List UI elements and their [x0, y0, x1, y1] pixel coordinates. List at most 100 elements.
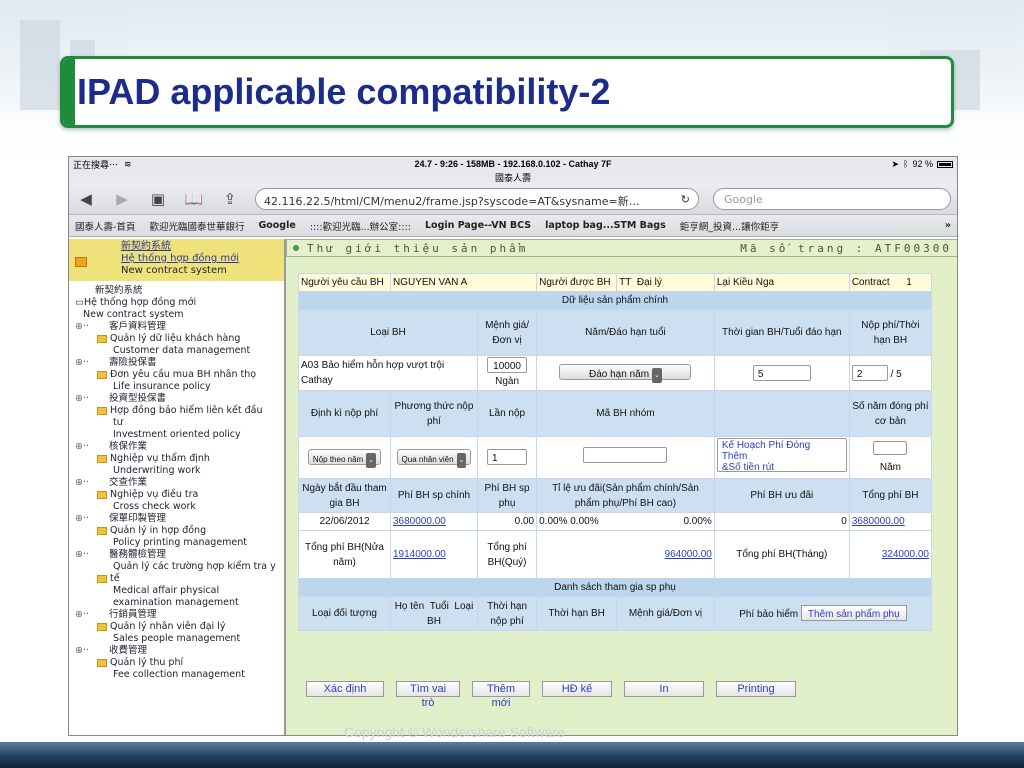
- quarter-fee-link[interactable]: 964000.00: [665, 549, 712, 560]
- main-fee-link[interactable]: 3680000.00: [393, 516, 446, 527]
- nav-tree-item[interactable]: New contract system: [75, 309, 284, 321]
- premium-plan-button[interactable]: Kế Hoạch Phí Đóng Thêm &Số tiền rút: [716, 438, 847, 472]
- nav-tree-item[interactable]: Underwriting work: [75, 465, 284, 477]
- nav-tree-item[interactable]: ⊕·· 保單印製管理: [75, 513, 284, 525]
- back-icon[interactable]: ◀: [75, 190, 97, 208]
- nav-tree-item[interactable]: ⊕·· 交查作業: [75, 477, 284, 489]
- nav-tree-item[interactable]: Investment oriented policy: [75, 429, 284, 441]
- nav-tree-item[interactable]: Customer data management: [75, 345, 284, 357]
- add-new-button[interactable]: Thêm mới: [472, 681, 530, 709]
- group-code-input[interactable]: [583, 447, 668, 463]
- bookmark-item[interactable]: Google: [258, 220, 295, 231]
- nav-tree-item[interactable]: Medical affair physical: [75, 585, 284, 597]
- term-select[interactable]: Đáo hạn năm ⌄: [559, 364, 692, 383]
- print-button[interactable]: In: [624, 681, 704, 697]
- sub-header: Họ tên: [394, 600, 425, 612]
- forward-icon[interactable]: ▶: [111, 190, 133, 208]
- nav-tree-label: 保單印製管理: [109, 513, 167, 524]
- unit-label: Ngàn: [495, 376, 519, 387]
- nav-tree-item[interactable]: Quản lý in hợp đồng: [75, 525, 284, 537]
- url-field[interactable]: 42.116.22.5/html/CM/menu2/frame.jsp?sysc…: [255, 187, 699, 210]
- nav-tree-item[interactable]: Quản lý dữ liệu khách hàng: [75, 333, 284, 345]
- more-bookmarks-icon[interactable]: »: [945, 220, 951, 231]
- bookmark-item[interactable]: 歡迎光臨國泰世華銀行: [149, 219, 244, 233]
- expand-icon[interactable]: ⊕··: [75, 357, 89, 368]
- half-year-fee-link[interactable]: 1914000.00: [393, 549, 446, 560]
- copyright-text: Copyright © Wondershare Software: [344, 724, 565, 740]
- nav-tree-item[interactable]: Policy printing management: [75, 537, 284, 549]
- method-select[interactable]: Qua nhân viên ⌄: [396, 448, 472, 468]
- nav-tree-item[interactable]: ⊕·· 壽險投保書: [75, 357, 284, 369]
- table-row: 22/06/2012 3680000.00 0.00 0.00% 0.00% 0.…: [298, 512, 933, 531]
- nav-tree-item[interactable]: Nghiệp vụ điều tra: [75, 489, 284, 501]
- nav-tree-item[interactable]: Đơn yêu cầu mua BH nhân thọ: [75, 369, 284, 381]
- tt-label: TT: [619, 277, 632, 288]
- nav-tree-item[interactable]: Life insurance policy: [75, 381, 284, 393]
- nav-tree-item[interactable]: ⊕·· 收費管理: [75, 645, 284, 657]
- nav-tree-item[interactable]: tế: [75, 573, 284, 585]
- nav-tree-item[interactable]: Quản lý thu phí: [75, 657, 284, 669]
- bookmark-item[interactable]: Login Page--VN BCS: [425, 220, 531, 231]
- table-header: Mệnh giá/Đơn vị: [616, 596, 715, 631]
- nav-link-new-contract-vn[interactable]: Hệ thống hợp đồng mới: [121, 253, 284, 265]
- nav-tree-item[interactable]: ⊕·· 醫務體檢管理: [75, 549, 284, 561]
- nav-tree-item[interactable]: Quản lý các trường hợp kiểm tra y: [75, 561, 284, 573]
- printing-button[interactable]: Printing: [716, 681, 796, 697]
- table-cell: Contract 1: [848, 273, 933, 292]
- pay-value-input[interactable]: 2: [851, 364, 888, 381]
- expand-icon[interactable]: ⊕··: [75, 645, 89, 656]
- times-input[interactable]: 1: [487, 449, 528, 465]
- table-row: Loại BH Mệnh giá/Đơn vị Năm/Đáo hạn tuổi…: [298, 309, 933, 356]
- nav-tree-item[interactable]: examination management: [75, 597, 284, 609]
- nav-tree-item[interactable]: Nghiệp vụ thẩm định: [75, 453, 284, 465]
- expand-icon[interactable]: ⊕··: [75, 393, 89, 404]
- table-header: [713, 390, 850, 437]
- nav-tree-label: 收費管理: [109, 645, 148, 656]
- nav-tree-label: Medical affair physical: [113, 585, 220, 596]
- share-icon[interactable]: ⇪: [219, 190, 241, 208]
- amount-input[interactable]: 10000: [487, 357, 528, 373]
- expand-icon[interactable]: ⊕··: [75, 441, 89, 452]
- expand-icon[interactable]: ⊕··: [75, 321, 89, 332]
- expand-icon[interactable]: ⊕··: [75, 549, 89, 560]
- bookmark-item[interactable]: 國泰人壽-首頁: [75, 219, 135, 233]
- nav-tree-item[interactable]: Cross check work: [75, 501, 284, 513]
- tabs-icon[interactable]: ▣: [147, 190, 169, 208]
- table-cell: 0: [713, 512, 850, 531]
- expand-icon[interactable]: ⊕··: [75, 513, 89, 524]
- term-value-input[interactable]: 5: [752, 364, 811, 381]
- years-input[interactable]: [873, 440, 908, 455]
- nav-tree-item[interactable]: ⊕·· 客戶資料管理: [75, 321, 284, 333]
- table-cell: 2 / 5: [848, 355, 933, 391]
- total-fee-link[interactable]: 3680000.00: [852, 516, 905, 527]
- add-sub-product-button[interactable]: Thêm sản phẩm phụ: [800, 605, 907, 621]
- find-role-button[interactable]: Tìm vai trò: [396, 681, 460, 709]
- confirm-button[interactable]: Xác định: [306, 681, 384, 697]
- nav-tree-item[interactable]: 新契約系統: [75, 285, 284, 297]
- reload-icon[interactable]: ↻: [681, 193, 690, 206]
- expand-icon[interactable]: ⊕··: [75, 609, 89, 620]
- search-field[interactable]: Google: [713, 187, 951, 210]
- nav-tree-item[interactable]: Fee collection management: [75, 669, 284, 681]
- nav-tree-item[interactable]: ⊕·· 投資型投保書: [75, 393, 284, 405]
- next-contract-button[interactable]: HĐ kế: [542, 681, 612, 697]
- computer-icon: ▭: [75, 297, 84, 308]
- bookmark-item[interactable]: ::::歡迎光臨...辦公室::::: [310, 219, 411, 233]
- month-fee-link[interactable]: 324000.00: [882, 549, 929, 560]
- nav-tree-item[interactable]: ▭Hệ thống hợp đồng mới: [75, 297, 284, 309]
- nav-tree-item[interactable]: Sales people management: [75, 633, 284, 645]
- bookmark-item[interactable]: laptop bag...STM Bags: [545, 220, 666, 231]
- nav-tree-item[interactable]: Quản lý nhân viên đại lý: [75, 621, 284, 633]
- nav-tree-item[interactable]: Hợp đồng bảo hiểm liên kết đầu: [75, 405, 284, 417]
- nav-tree-item[interactable]: ⊕·· 核保作業: [75, 441, 284, 453]
- bookmarks-icon[interactable]: 📖: [183, 190, 205, 208]
- frequency-select[interactable]: Nộp theo năm ⌄: [307, 448, 382, 468]
- table-cell: 3680000.00: [848, 512, 933, 531]
- nav-tree-item[interactable]: tư: [75, 417, 284, 429]
- nav-tree-item[interactable]: ⊕·· 行銷員管理: [75, 609, 284, 621]
- nav-link-new-contract-cn[interactable]: 新契約系統: [121, 241, 284, 253]
- action-buttons: Xác định Tìm vai trò Thêm mới HĐ kế In P…: [306, 681, 796, 709]
- bookmark-item[interactable]: 鉅亨網_投資...讓你鉅亨: [680, 219, 779, 233]
- folder-icon: [97, 490, 107, 499]
- expand-icon[interactable]: ⊕··: [75, 477, 89, 488]
